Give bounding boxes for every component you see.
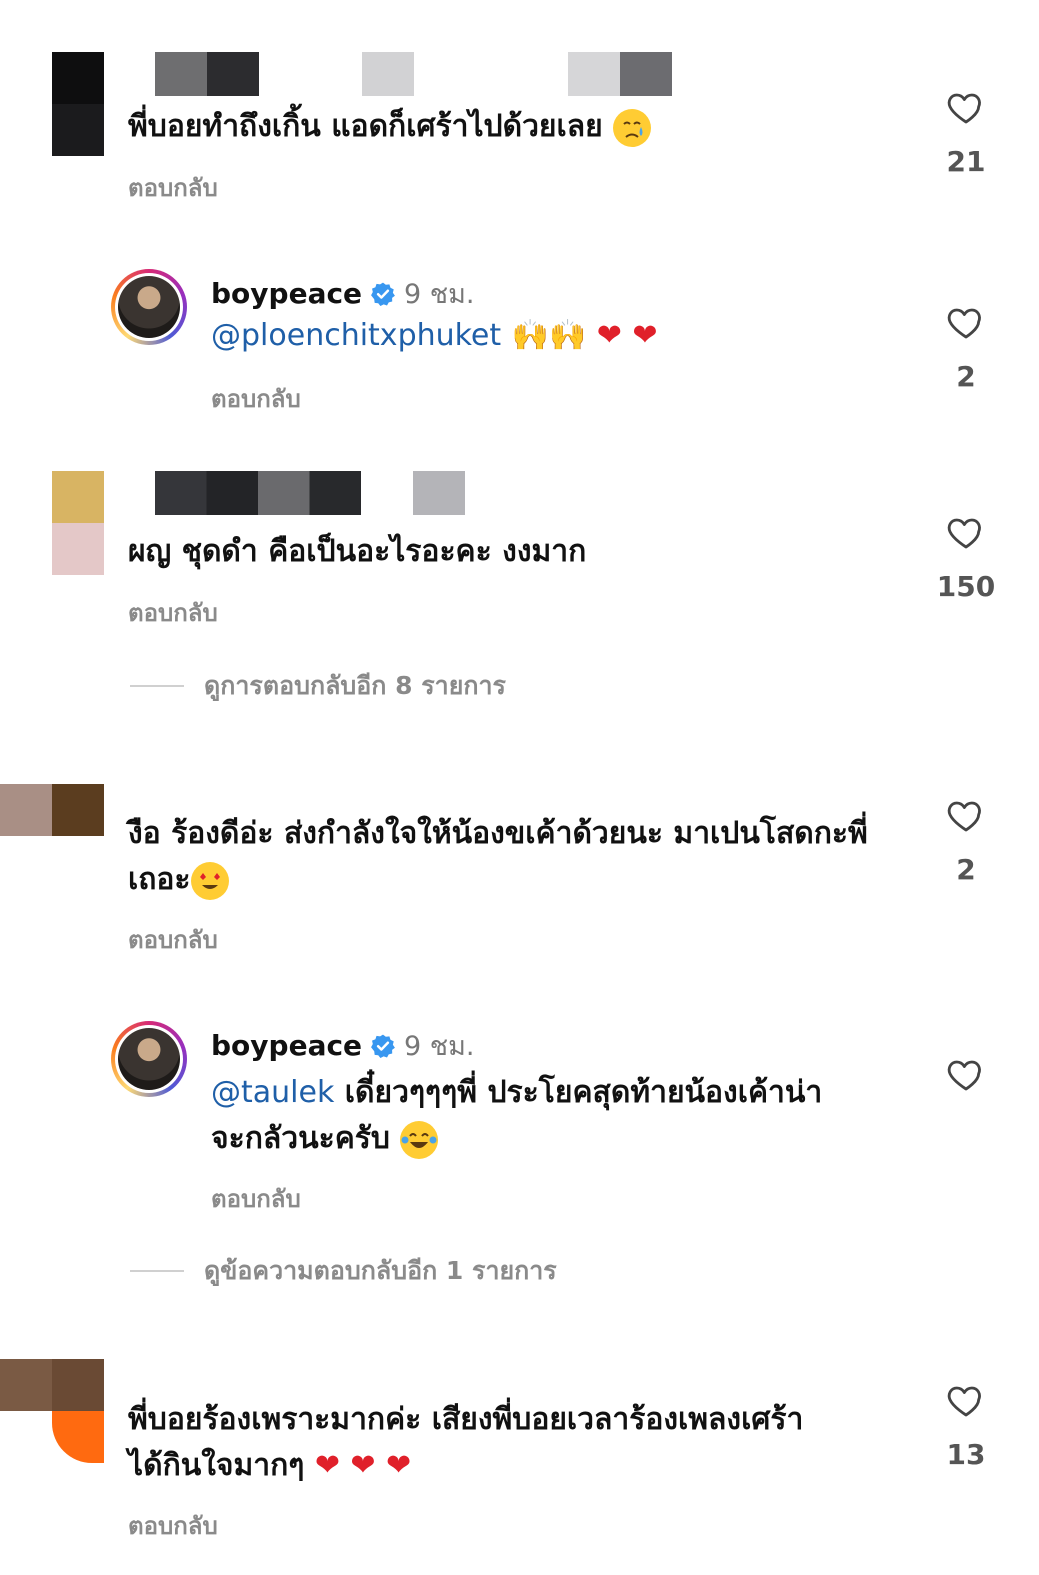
- view-more-label: ดูข้อความตอบกลับอีก 1 รายการ: [204, 1256, 557, 1285]
- red-heart-emoji: ❤ ❤: [596, 318, 658, 353]
- crying-face-emoji: [613, 108, 652, 147]
- view-more-label: ดูการตอบกลับอีก 8 รายการ: [204, 671, 506, 700]
- comment-text: งือ ร้องดีอ่ะ ส่งกำลังใจให้น้องขเค้าด้วย…: [128, 811, 908, 903]
- view-more-replies[interactable]: ดูการตอบกลับอีก 8 รายการ: [130, 666, 506, 706]
- avatar[interactable]: [111, 1021, 187, 1097]
- username[interactable]: boypeace: [211, 1029, 362, 1062]
- divider: [130, 1270, 184, 1272]
- view-more-replies[interactable]: ดูข้อความตอบกลับอีก 1 รายการ: [130, 1251, 557, 1291]
- like-count: 21: [946, 145, 986, 178]
- username-redacted: [362, 52, 414, 96]
- heart-outline-icon[interactable]: [946, 302, 986, 342]
- heart-outline-icon[interactable]: [946, 1054, 986, 1094]
- avatar[interactable]: [52, 52, 104, 156]
- reply-button[interactable]: ตอบกลับ: [128, 1506, 218, 1545]
- like-count: 13: [946, 1438, 986, 1471]
- divider: [130, 685, 184, 687]
- comment-header: boypeace 9 ชม.: [211, 1024, 475, 1067]
- comment-text: @taulek เดี๋ยวๆๆๆพี่ ประโยคสุดท้ายน้องเค…: [211, 1070, 891, 1162]
- avatar[interactable]: [52, 471, 104, 575]
- timestamp: 9 ชม.: [404, 279, 475, 310]
- heart-eyes-emoji: [190, 861, 229, 900]
- verified-badge-icon: [371, 1034, 395, 1058]
- comment-text: พี่บอยร้องเพราะมากค่ะ เสียงพี่บอยเวลาร้อ…: [128, 1402, 804, 1483]
- reply-button[interactable]: ตอบกลับ: [128, 920, 218, 959]
- reply-button[interactable]: ตอบกลับ: [211, 379, 301, 418]
- heart-outline-icon[interactable]: [946, 87, 986, 127]
- like-count: 150: [936, 570, 996, 603]
- like-count: 2: [956, 853, 976, 886]
- avatar[interactable]: [0, 784, 104, 836]
- comment-text: พี่บอยทำถึงเกิ้น แอดก็เศร้าไปด้วยเลย: [128, 104, 908, 150]
- timestamp: 9 ชม.: [404, 1031, 475, 1062]
- heart-outline-icon[interactable]: [946, 512, 986, 552]
- username-redacted: [568, 52, 672, 96]
- mention-link[interactable]: @taulek: [211, 1075, 334, 1110]
- comment-text: ผญ ชุดดำ คือเป็นอะไรอะคะ งงมาก: [128, 534, 587, 569]
- username[interactable]: boypeace: [211, 277, 362, 310]
- verified-badge-icon: [371, 282, 395, 306]
- comment-text: @ploenchitxphuket 🙌🙌 ❤ ❤: [211, 313, 991, 359]
- tears-of-joy-emoji: [400, 1120, 439, 1159]
- avatar[interactable]: [0, 1359, 104, 1463]
- heart-outline-icon[interactable]: [946, 1380, 986, 1420]
- red-heart-emoji: ❤ ❤ ❤: [314, 1448, 412, 1483]
- username-redacted: [413, 471, 465, 515]
- username-redacted: [155, 52, 259, 96]
- avatar[interactable]: [111, 269, 187, 345]
- mention-link[interactable]: @ploenchitxphuket: [211, 318, 501, 353]
- reply-button[interactable]: ตอบกลับ: [211, 1179, 301, 1218]
- reply-button[interactable]: ตอบกลับ: [128, 593, 218, 632]
- like-count: 2: [956, 360, 976, 393]
- reply-button[interactable]: ตอบกลับ: [128, 168, 218, 207]
- raised-hands-emoji: 🙌🙌: [511, 318, 587, 353]
- comment-header: boypeace 9 ชม.: [211, 272, 475, 315]
- heart-outline-icon[interactable]: [946, 795, 986, 835]
- username-redacted: [155, 471, 361, 515]
